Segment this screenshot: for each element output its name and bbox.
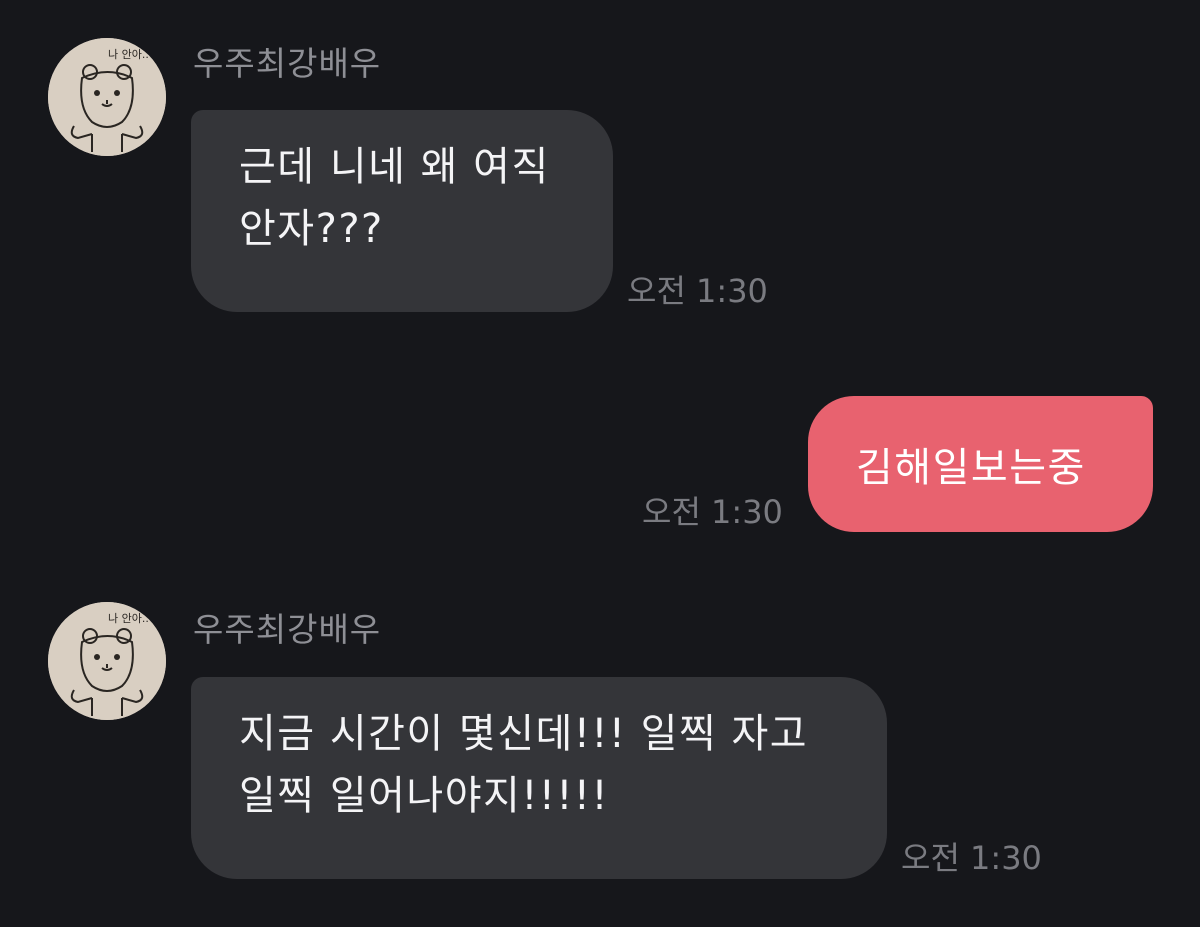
message-text-line: 지금 시간이 몇신데!!! 일찍 자고: [239, 711, 809, 757]
bear-avatar-icon[interactable]: 나 안아..: [48, 38, 166, 156]
message-timestamp: 오전 1:30: [642, 493, 783, 531]
message-bubble-incoming[interactable]: 지금 시간이 몇신데!!! 일찍 자고 일찍 일어나야지!!!!!: [191, 677, 887, 879]
avatar-caption: 나 안아..: [108, 612, 149, 625]
sender-name: 우주최강배우: [193, 44, 382, 83]
sender-name: 우주최강배우: [193, 610, 382, 649]
message-text-line: 일찍 일어나야지!!!!!: [239, 773, 609, 819]
chat-thread: 나 안아.. 우주최강배우 근데 니네 왜 여직 안자??? 오전 1:30 김…: [0, 0, 1200, 927]
message-text-line: 김해일보는중: [856, 445, 1086, 491]
message-bubble-outgoing[interactable]: 김해일보는중: [808, 396, 1153, 532]
message-timestamp: 오전 1:30: [627, 272, 768, 310]
avatar-caption: 나 안아..: [108, 48, 149, 61]
message-bubble-incoming[interactable]: 근데 니네 왜 여직 안자???: [191, 110, 613, 312]
message-text-line: 안자???: [239, 206, 384, 252]
message-text-line: 근데 니네 왜 여직: [239, 144, 550, 190]
message-timestamp: 오전 1:30: [901, 839, 1042, 877]
bear-avatar-icon[interactable]: 나 안아..: [48, 602, 166, 720]
